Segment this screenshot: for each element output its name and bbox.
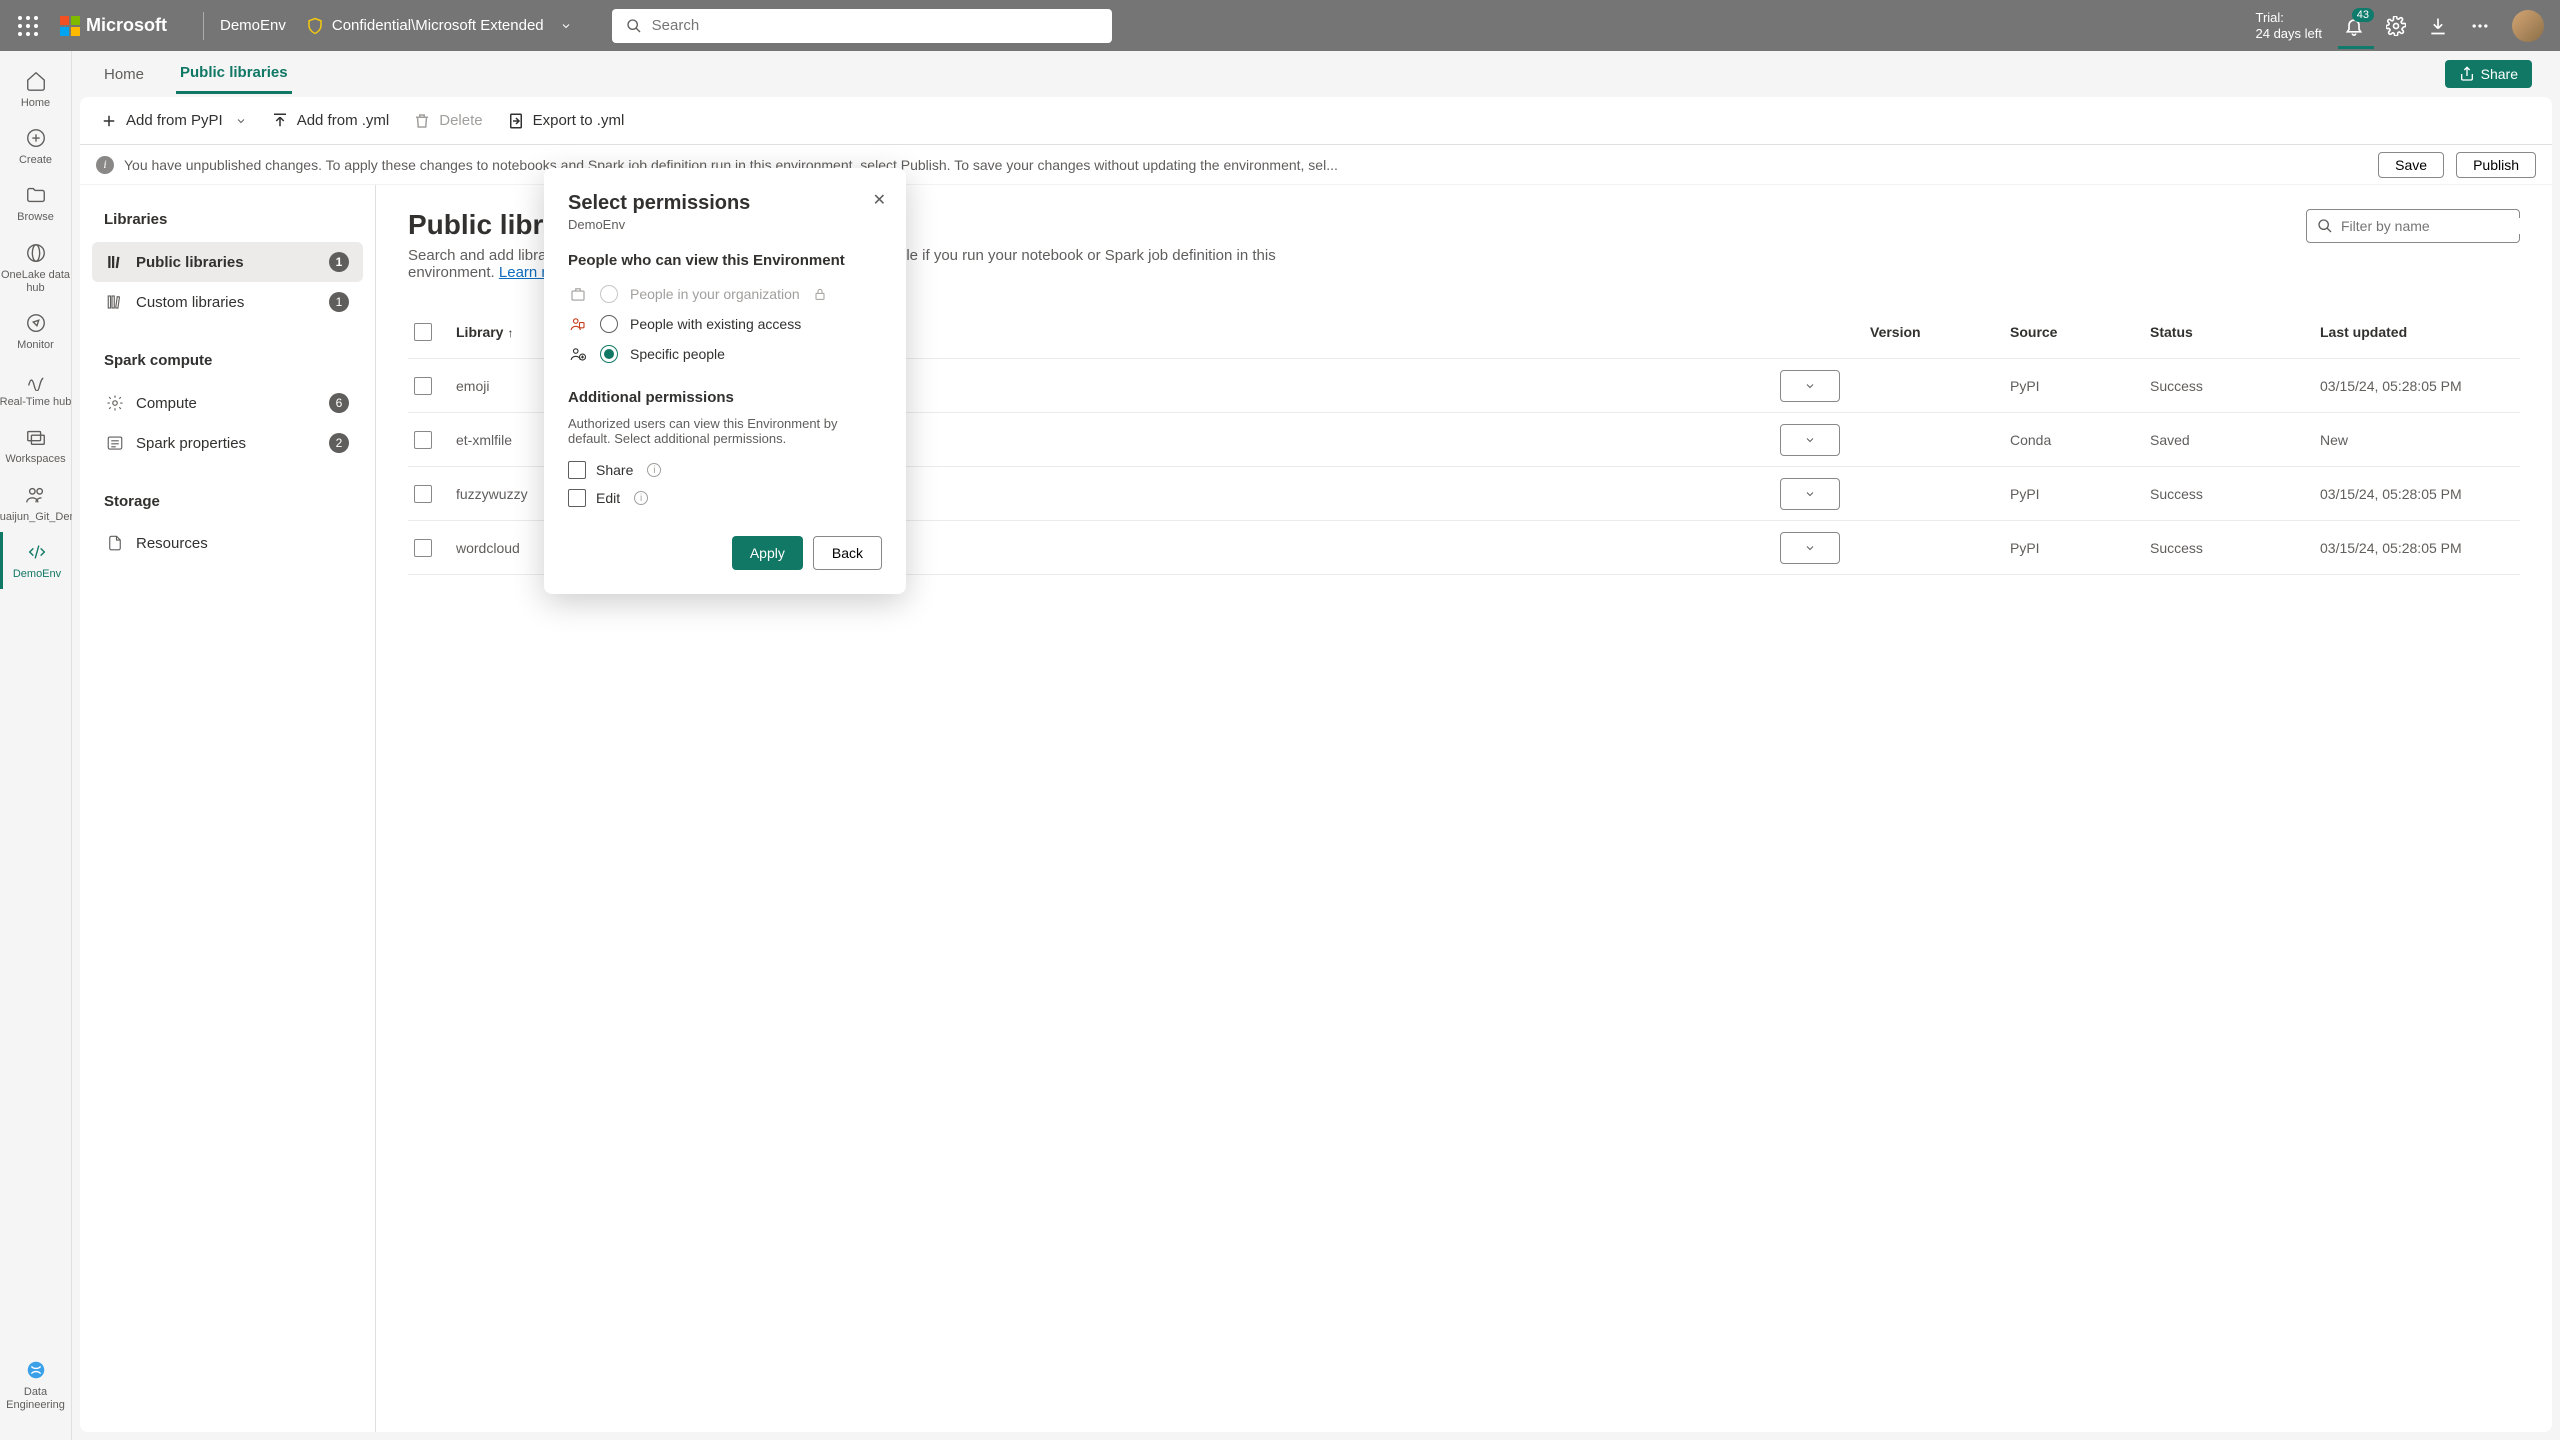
building-icon xyxy=(568,285,588,303)
radio-label: Specific people xyxy=(630,346,725,362)
radio-existing[interactable]: People with existing access xyxy=(568,309,882,339)
radio-input[interactable] xyxy=(600,345,618,363)
radio-input xyxy=(600,285,618,303)
radio-label: People with existing access xyxy=(630,316,801,332)
checkbox-label: Share xyxy=(596,462,633,478)
apply-button[interactable]: Apply xyxy=(732,536,803,570)
checkbox-label: Edit xyxy=(596,490,620,506)
people-icon xyxy=(568,315,588,333)
dialog-subtitle: DemoEnv xyxy=(568,217,882,232)
additional-description: Authorized users can view this Environme… xyxy=(568,416,882,446)
info-icon[interactable]: i xyxy=(634,491,648,505)
share-checkbox-row[interactable]: Share i xyxy=(568,456,882,484)
radio-org: People in your organization xyxy=(568,279,882,309)
additional-heading: Additional permissions xyxy=(568,389,882,406)
radio-specific[interactable]: Specific people xyxy=(568,339,882,369)
radio-input[interactable] xyxy=(600,315,618,333)
person-add-icon xyxy=(568,345,588,363)
dialog-title: Select permissions xyxy=(568,192,882,215)
checkbox[interactable] xyxy=(568,489,586,507)
checkbox[interactable] xyxy=(568,461,586,479)
lock-icon xyxy=(812,286,828,302)
dialog-backdrop[interactable] xyxy=(0,0,2560,1440)
view-heading: People who can view this Environment xyxy=(568,252,882,269)
close-icon[interactable]: ✕ xyxy=(873,190,886,210)
info-icon[interactable]: i xyxy=(647,463,661,477)
permissions-dialog: Select permissions DemoEnv ✕ People who … xyxy=(544,168,906,594)
back-button[interactable]: Back xyxy=(813,536,882,570)
edit-checkbox-row[interactable]: Edit i xyxy=(568,484,882,512)
radio-label: People in your organization xyxy=(630,286,800,302)
